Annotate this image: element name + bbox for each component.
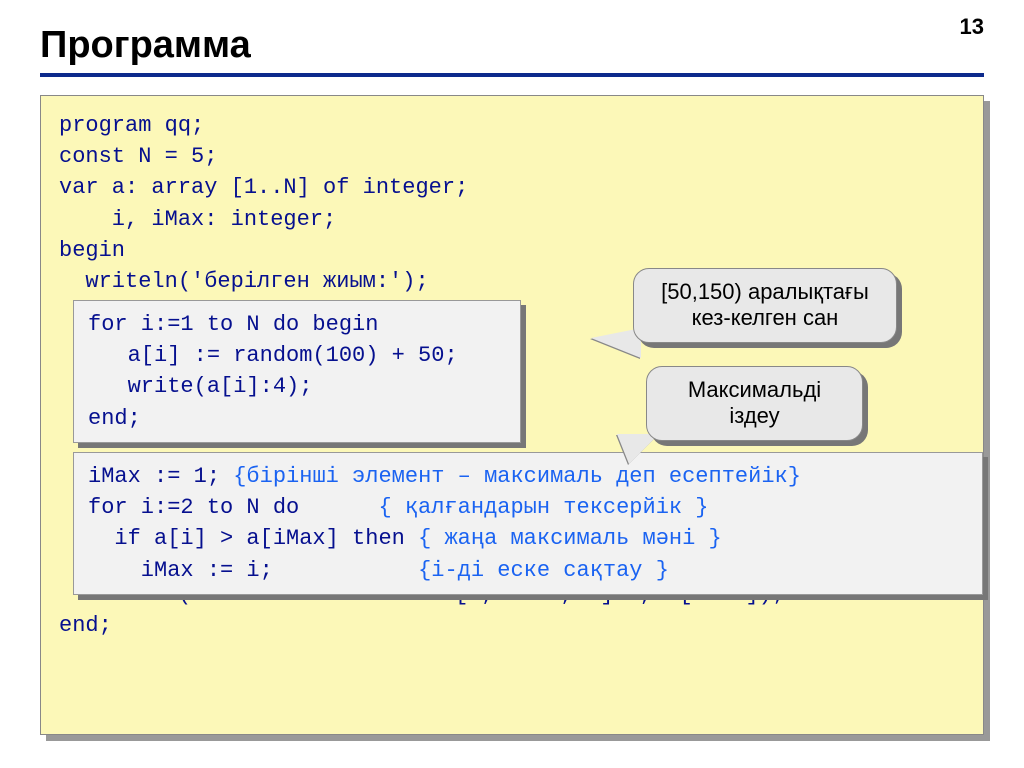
code-line: var a: array [1..N] of integer; <box>59 172 965 203</box>
code-comment: { жаңа максималь мәні } <box>418 526 722 551</box>
code-line: for i:=1 to N do begin <box>88 309 506 340</box>
code-block-loop-fill: for i:=1 to N do begin a[i] := random(10… <box>73 300 521 443</box>
code-block-main: program qq; const N = 5; var a: array [1… <box>40 95 984 735</box>
code-text: iMax := i; <box>88 558 418 583</box>
divider <box>40 73 984 77</box>
code-text: for i:=2 to N do <box>88 495 378 520</box>
code-text: iMax := 1; <box>88 464 233 489</box>
callout-random-range: [50,150) аралықтағы кез-келген сан <box>633 268 897 343</box>
code-line: iMax := i; {і-ді еске сақтау } <box>88 555 968 586</box>
code-line: begin <box>59 235 965 266</box>
code-block-find-max: iMax := 1; {бірінші элемент – максималь … <box>73 452 983 595</box>
code-comment: {і-ді еске сақтау } <box>418 558 669 583</box>
callout-find-max: Максимальді іздеу <box>646 366 863 441</box>
code-line: program qq; <box>59 110 965 141</box>
code-line: for i:=2 to N do { қалғандарын тексерйік… <box>88 492 968 523</box>
code-line: end; <box>59 610 965 641</box>
code-line: write(a[i]:4); <box>88 371 506 402</box>
page-title: Программа <box>40 24 984 67</box>
page-number: 13 <box>960 14 984 40</box>
code-line: if a[i] > a[iMax] then { жаңа максималь … <box>88 523 968 554</box>
code-comment: { қалғандарын тексерйік } <box>378 495 708 520</box>
code-line: i, iMax: integer; <box>59 204 965 235</box>
code-line: iMax := 1; {бірінші элемент – максималь … <box>88 461 968 492</box>
code-comment: {бірінші элемент – максималь деп есептей… <box>233 464 801 489</box>
code-line: a[i] := random(100) + 50; <box>88 340 506 371</box>
code-line: const N = 5; <box>59 141 965 172</box>
code-text: if a[i] > a[iMax] then <box>88 526 418 551</box>
slide: 13 Программа program qq; const N = 5; va… <box>0 0 1024 768</box>
code-line: end; <box>88 403 506 434</box>
